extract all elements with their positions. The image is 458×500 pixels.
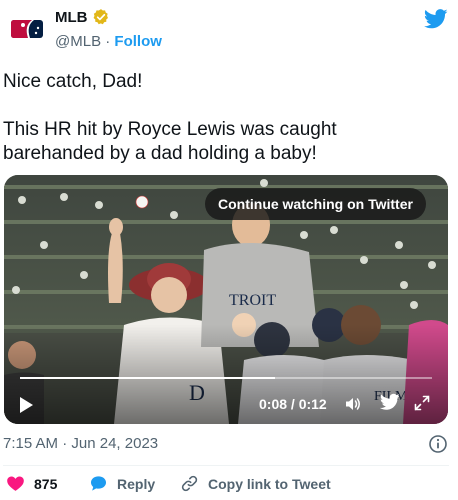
verified-badge-icon	[93, 9, 108, 25]
meta-separator: ·	[62, 435, 68, 452]
reply-label: Reply	[117, 475, 156, 492]
volume-icon[interactable]	[344, 395, 362, 413]
video-progress-fill	[20, 377, 276, 379]
expand-icon[interactable]	[414, 395, 430, 411]
tweet-date: Jun 24, 2023	[71, 435, 159, 452]
tweet-actions: 875 Reply Copy link to Tweet	[0, 474, 458, 500]
copy-link-label: Copy link to Tweet	[208, 475, 331, 492]
follow-link[interactable]: Follow	[114, 33, 162, 50]
twitter-bird-icon[interactable]	[424, 8, 448, 30]
tweet-timestamp[interactable]: 7:15 AM · Jun 24, 2023	[3, 435, 158, 452]
tweet-line-1: Nice catch, Dad!	[3, 71, 143, 92]
info-icon[interactable]	[428, 434, 448, 454]
heart-icon	[7, 476, 24, 491]
like-button[interactable]: 875	[6, 474, 57, 493]
divider	[3, 465, 449, 466]
play-icon[interactable]	[16, 395, 36, 415]
continue-watching-button[interactable]: Continue watching on Twitter	[205, 188, 426, 220]
author-name[interactable]: MLB	[55, 9, 88, 26]
handle-separator: ·	[105, 33, 111, 50]
author-handle[interactable]: @MLB	[55, 33, 101, 50]
tweet-text: Nice catch, Dad! This HR hit by Royce Le…	[3, 70, 443, 166]
twitter-logo-icon[interactable]	[380, 393, 400, 411]
link-icon	[181, 475, 198, 492]
tweet-header: MLB @MLB · Follow	[0, 0, 458, 64]
reply-bubble-icon	[90, 476, 107, 491]
mlb-logo-icon[interactable]	[4, 6, 50, 52]
video-progress-bar[interactable]	[20, 377, 432, 379]
like-count: 875	[34, 475, 58, 492]
reply-button[interactable]: Reply	[89, 474, 155, 493]
handle-row: @MLB · Follow	[55, 33, 162, 50]
video-time: 0:08 / 0:12	[259, 396, 327, 412]
tweet-line-2: This HR hit by Royce Lewis was caught ba…	[3, 119, 337, 164]
tweet-time: 7:15 AM	[3, 435, 59, 452]
copy-link-button[interactable]: Copy link to Tweet	[180, 474, 331, 493]
